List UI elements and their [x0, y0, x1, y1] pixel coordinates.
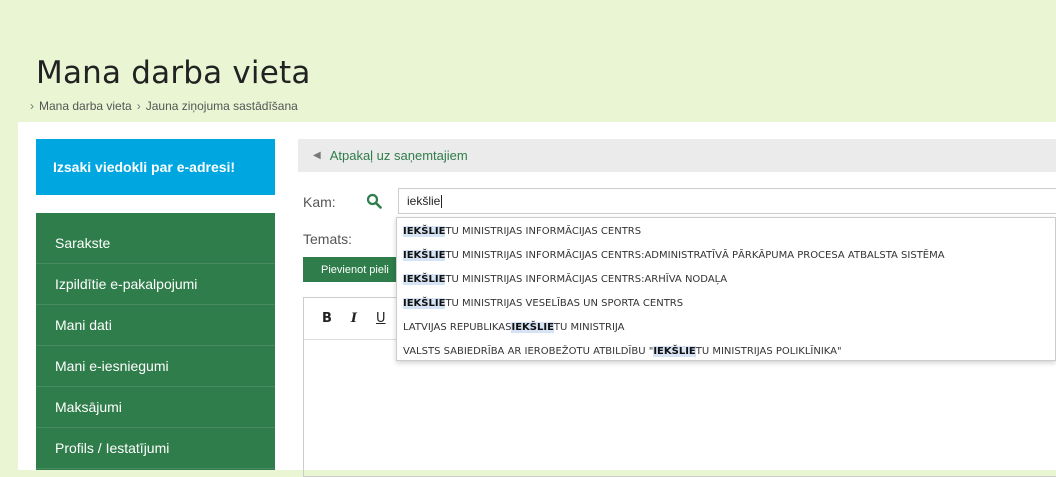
- breadcrumb-link-home[interactable]: Mana darba vieta: [39, 99, 132, 113]
- option-match: IEKŠLIE: [403, 297, 446, 309]
- breadcrumb-separator: ›: [136, 99, 141, 113]
- recipient-input-value: iekšlie: [407, 194, 441, 208]
- option-suffix: TU MINISTRIJAS INFORMĀCIJAS CENTRS: [445, 225, 642, 237]
- option-match: IEKŠLIE: [511, 321, 554, 333]
- breadcrumb: › Mana darba vieta › Jauna ziņojuma sast…: [30, 99, 298, 113]
- feedback-button[interactable]: Izsaki viedokli par e-adresi!: [36, 139, 275, 195]
- autocomplete-option[interactable]: IEKŠLIE TU MINISTRIJAS INFORMĀCIJAS CENTR…: [397, 267, 1055, 291]
- option-suffix: TU MINISTRIJA: [553, 321, 625, 333]
- back-link-label: Atpakaļ uz saņemtajiem: [329, 148, 468, 163]
- back-link[interactable]: ◀ Atpakaļ uz saņemtajiem: [298, 139, 1056, 172]
- option-prefix: VALSTS SABIEDRĪBA AR IEROBEŽOTU ATBILDĪB…: [403, 345, 654, 357]
- breadcrumb-separator: ›: [30, 99, 34, 113]
- subject-label: Temats:: [303, 231, 353, 247]
- sidebar-item-sarakste[interactable]: Sarakste: [36, 223, 275, 264]
- option-prefix: LATVIJAS REPUBLIKAS: [403, 321, 512, 333]
- option-suffix: TU MINISTRIJAS POLIKLĪNIKA": [695, 345, 842, 357]
- autocomplete-option[interactable]: VALSTS SABIEDRĪBA AR IEROBEŽOTU ATBILDĪB…: [397, 339, 1055, 363]
- text-caret: [441, 194, 443, 208]
- sidebar-item-my-data[interactable]: Mani dati: [36, 305, 275, 346]
- option-match: IEKŠLIE: [403, 249, 446, 261]
- arrow-left-icon: ◀: [313, 150, 321, 161]
- bold-button[interactable]: B: [322, 311, 332, 326]
- breadcrumb-current: Jauna ziņojuma sastādīšana: [145, 99, 298, 113]
- autocomplete-option[interactable]: IEKŠLIE TU MINISTRIJAS INFORMĀCIJAS CENTR…: [397, 243, 1055, 267]
- autocomplete-option[interactable]: IEKŠLIE TU MINISTRIJAS INFORMĀCIJAS CENTR…: [397, 219, 1055, 243]
- option-match: IEKŠLIE: [403, 273, 446, 285]
- recipient-autocomplete-list: IEKŠLIE TU MINISTRIJAS INFORMĀCIJAS CENTR…: [396, 217, 1056, 361]
- italic-button[interactable]: I: [351, 311, 357, 326]
- recipient-label: Kam:: [303, 194, 336, 210]
- option-match: IEKŠLIE: [653, 345, 696, 357]
- sidebar-item-my-submissions[interactable]: Mani e-iesniegumi: [36, 346, 275, 387]
- underline-button[interactable]: U: [376, 311, 386, 326]
- page-title: Mana darba vieta: [36, 54, 311, 91]
- autocomplete-option[interactable]: IEKŠLIE TU MINISTRIJAS VESELĪBAS UN SPORT…: [397, 291, 1055, 315]
- autocomplete-option[interactable]: LATVIJAS REPUBLIKAS IEKŠLIE TU MINISTRIJA: [397, 315, 1055, 339]
- sidebar-item-payments[interactable]: Maksājumi: [36, 387, 275, 428]
- option-suffix: TU MINISTRIJAS VESELĪBAS UN SPORTA CENTR…: [445, 297, 684, 309]
- option-suffix: TU MINISTRIJAS INFORMĀCIJAS CENTRS:ADMIN…: [445, 249, 945, 261]
- option-match: IEKŠLIE: [403, 225, 446, 237]
- option-suffix: TU MINISTRIJAS INFORMĀCIJAS CENTRS:ARHĪV…: [445, 273, 728, 285]
- recipient-input[interactable]: iekšlie: [398, 188, 1056, 214]
- sidebar-item-e-services[interactable]: Izpildītie e-pakalpojumi: [36, 264, 275, 305]
- search-icon[interactable]: [366, 193, 382, 209]
- sidebar-nav: Sarakste Izpildītie e-pakalpojumi Mani d…: [36, 213, 275, 470]
- sidebar-item-profile-settings[interactable]: Profils / Iestatījumi: [36, 428, 275, 469]
